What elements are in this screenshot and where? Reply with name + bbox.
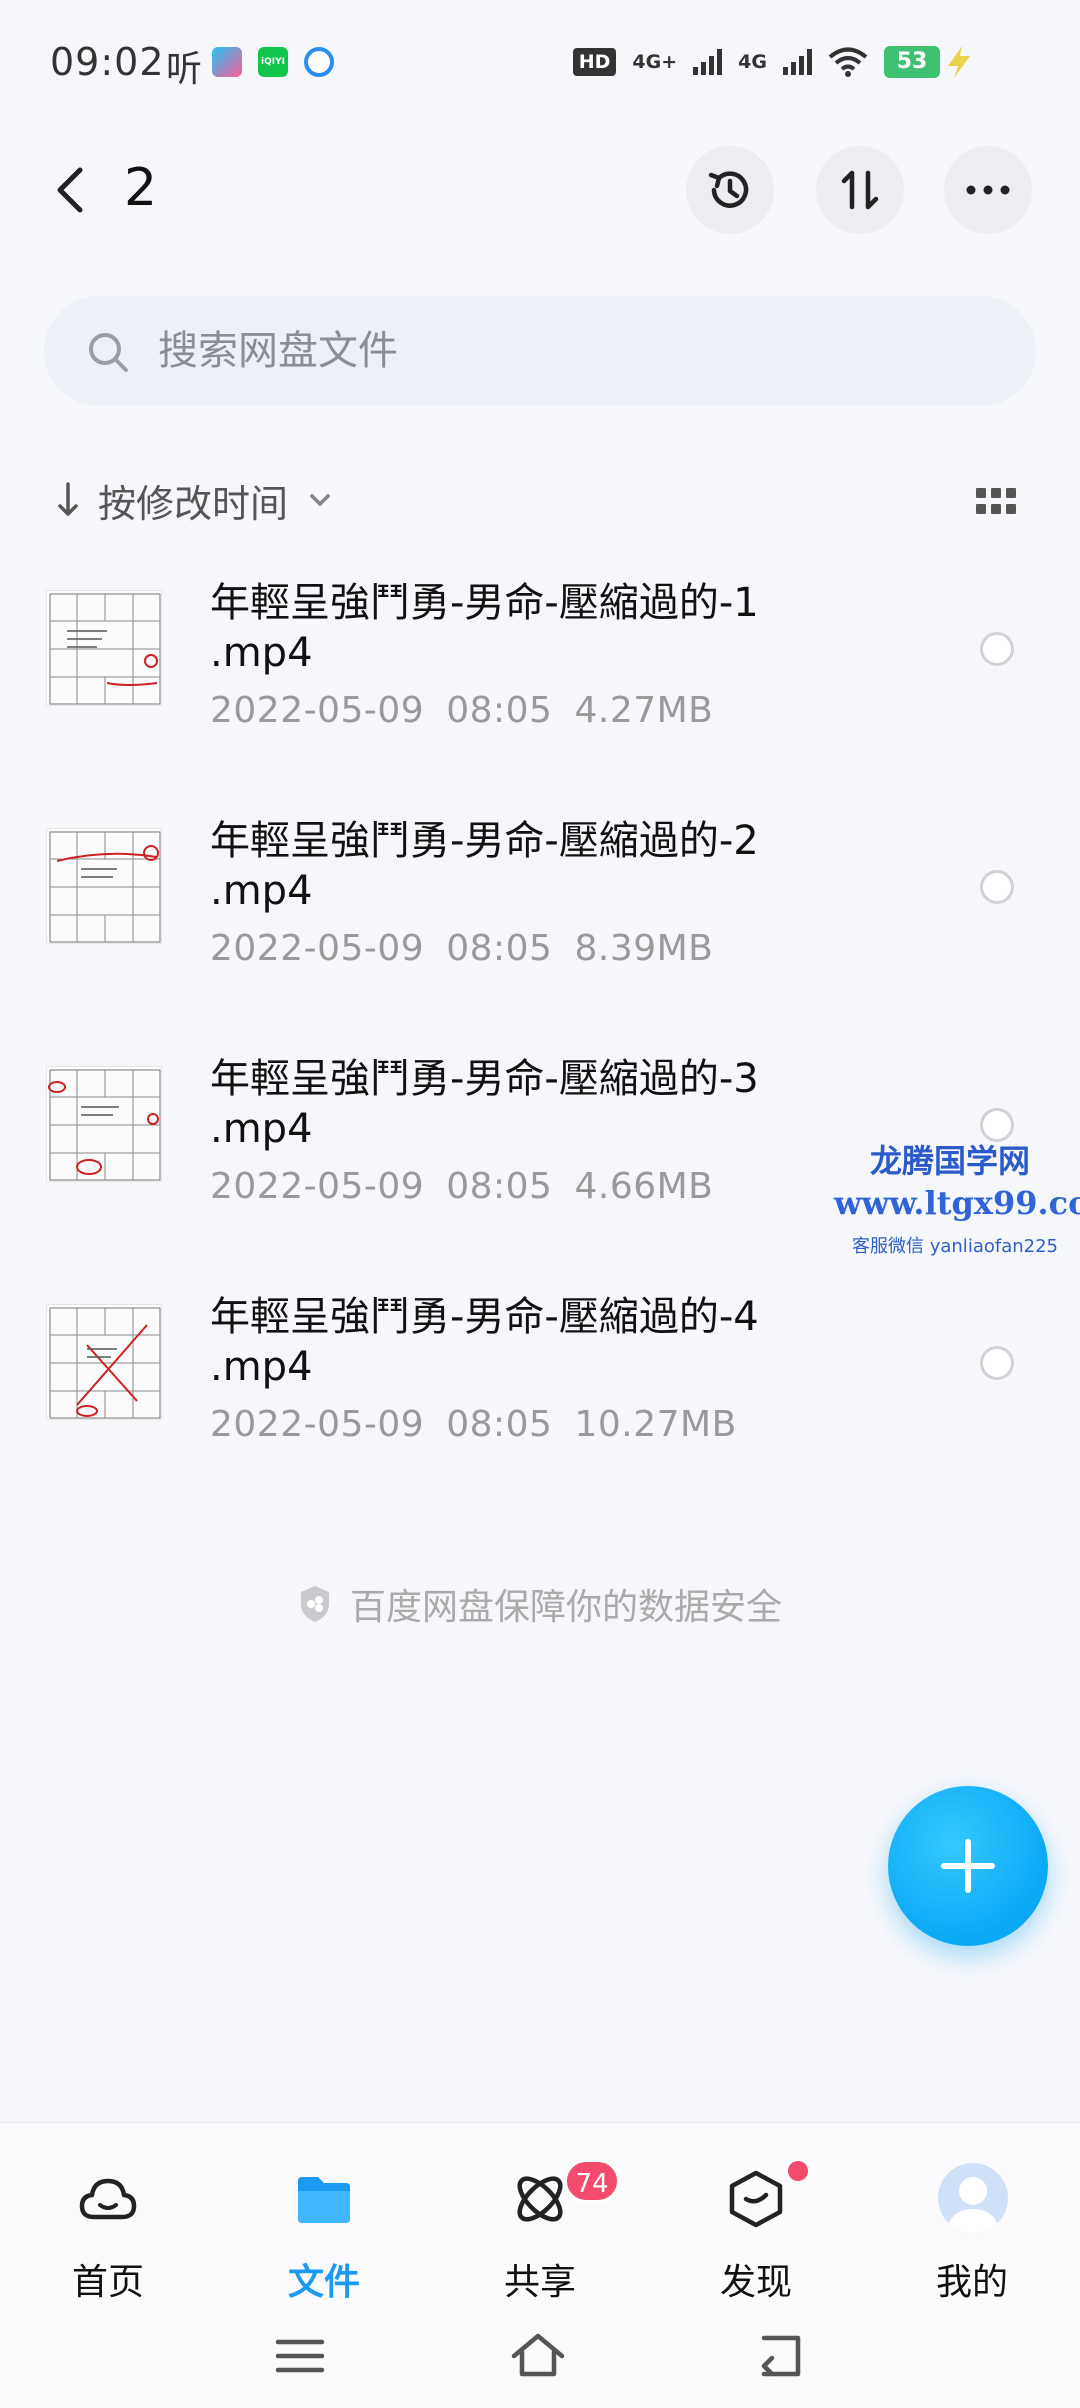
- nav-label: 发现: [719, 2262, 792, 2303]
- list-item[interactable]: 年輕呈強鬥勇-男命-壓縮過的-4 .mp4 2022-05-09 08:05 10.…: [0, 1292, 1080, 1522]
- more-dots-icon: [966, 185, 1010, 195]
- chevron-down-icon: [310, 494, 330, 506]
- file-time: 08:05: [446, 1166, 553, 1207]
- file-meta: 2022-05-09 08:05 10.27MB: [210, 1404, 759, 1445]
- list-item[interactable]: 年輕呈強鬥勇-男命-壓縮過的-2 .mp4 2022-05-09 08:05 8.3…: [0, 816, 1080, 1046]
- file-size: 4.27MB: [574, 690, 714, 731]
- header: 2: [0, 140, 1080, 240]
- shield-icon: [300, 1586, 329, 1622]
- video-thumbnail: [46, 590, 162, 706]
- select-checkbox[interactable]: [980, 870, 1014, 904]
- signal-icon-2: [783, 49, 812, 75]
- search-bar[interactable]: [44, 296, 1036, 406]
- hd-icon: HD: [572, 48, 617, 76]
- file-date: 2022-05-09: [210, 1404, 425, 1445]
- history-button[interactable]: [686, 146, 774, 234]
- discover-box-icon: [729, 2170, 783, 2228]
- up-down-arrows-icon: [841, 170, 879, 210]
- video-thumbnail: [46, 1304, 162, 1420]
- list-item[interactable]: 年輕呈強鬥勇-男命-壓縮過的-1 .mp4 2022-05-09 08:05 4.2…: [0, 578, 1080, 808]
- grid-view-toggle[interactable]: [976, 488, 1016, 514]
- file-time: 08:05: [446, 690, 553, 731]
- home-icon[interactable]: [508, 2326, 568, 2386]
- watermark-url: www.ltgx99.com: [834, 1184, 1080, 1222]
- status-bar: 09:02 听 iQIYI HD 4G+ 4G 53: [0, 0, 1080, 130]
- sort-label: 按修改时间: [98, 481, 289, 526]
- cloud-icon: [79, 2178, 137, 2220]
- page-title: 2: [124, 158, 158, 218]
- nav-label: 首页: [71, 2262, 144, 2303]
- add-button[interactable]: [888, 1786, 1048, 1946]
- file-name: 年輕呈強鬥勇-男命-壓縮過的-3 .mp4: [210, 1056, 759, 1152]
- back-nav-icon[interactable]: [750, 2326, 810, 2386]
- video-thumbnail: [46, 828, 162, 944]
- file-date: 2022-05-09: [210, 1166, 425, 1207]
- menu-icon[interactable]: [270, 2326, 330, 2386]
- file-time: 08:05: [446, 1404, 553, 1445]
- nav-item-files[interactable]: 文件: [244, 2149, 404, 2303]
- nav-item-profile[interactable]: 我的: [892, 2149, 1052, 2303]
- back-button[interactable]: [46, 162, 96, 218]
- nav-label: 我的: [935, 2262, 1008, 2303]
- folder-icon: [298, 2177, 350, 2223]
- signal-icon: [693, 49, 723, 75]
- nav-item-home[interactable]: 首页: [28, 2149, 188, 2303]
- search-icon: [89, 333, 128, 372]
- battery-icon: 53: [884, 46, 940, 78]
- more-button[interactable]: [944, 146, 1032, 234]
- file-name: 年輕呈強鬥勇-男命-壓縮過的-4 .mp4: [210, 1294, 759, 1390]
- nav-label: 文件: [287, 2262, 360, 2303]
- file-name: 年輕呈強鬥勇-男命-壓縮過的-1 .mp4: [210, 580, 759, 676]
- nav-label: 共享: [503, 2262, 576, 2303]
- file-meta: 2022-05-09 08:05 8.39MB: [210, 928, 735, 969]
- select-checkbox[interactable]: [980, 1346, 1014, 1380]
- wifi-icon: [828, 47, 868, 77]
- search-input[interactable]: [158, 322, 978, 380]
- avatar: [938, 2163, 1008, 2233]
- iqiyi-app-icon: iQIYI: [258, 47, 288, 77]
- file-time: 08:05: [446, 928, 553, 969]
- bottom-nav: 首页 文件 74 共享 发现 我的: [0, 2122, 1080, 2312]
- transfer-sort-button[interactable]: [816, 146, 904, 234]
- tencent-video-app-icon: [304, 47, 334, 77]
- safety-text: 百度网盘保障你的数据安全: [349, 1587, 782, 1628]
- sort-selector[interactable]: 按修改时间: [56, 470, 332, 530]
- select-checkbox[interactable]: [980, 632, 1014, 666]
- file-date: 2022-05-09: [210, 690, 425, 731]
- watermark-title: 龙腾国学网: [870, 1142, 1031, 1180]
- safety-notice: 百度网盘保障你的数据安全: [0, 1578, 1080, 1630]
- status-indicators: HD 4G+ 4G 53: [572, 42, 940, 82]
- status-time: 09:02: [50, 40, 165, 84]
- file-size: 10.27MB: [574, 1404, 737, 1445]
- file-name: 年輕呈強鬥勇-男命-壓縮過的-2 .mp4: [210, 818, 759, 914]
- network-4gplus-label: 4G+: [632, 51, 678, 73]
- file-meta: 2022-05-09 08:05 4.27MB: [210, 690, 735, 731]
- share-badge-count: 74: [564, 2159, 620, 2203]
- network-4g-label: 4G: [738, 51, 767, 73]
- plus-icon: [941, 1839, 995, 1893]
- nav-item-discover[interactable]: 发现: [676, 2149, 836, 2303]
- charging-icon: [948, 46, 970, 78]
- file-size: 8.39MB: [574, 928, 714, 969]
- history-icon: [708, 171, 749, 208]
- nav-item-share[interactable]: 74 共享: [460, 2149, 620, 2303]
- file-date: 2022-05-09: [210, 928, 425, 969]
- watermark-contact: 客服微信 yanliaofan225: [852, 1236, 1058, 1257]
- system-nav-bar: [0, 2312, 1080, 2408]
- file-size: 4.66MB: [574, 1166, 714, 1207]
- file-meta: 2022-05-09 08:05 4.66MB: [210, 1166, 735, 1207]
- share-orbit-icon: [517, 2176, 563, 2222]
- discover-badge-dot: [788, 2161, 808, 2181]
- ting-app-icon: 听: [166, 49, 203, 90]
- video-thumbnail: [46, 1066, 162, 1182]
- sort-down-arrow-icon: [58, 482, 78, 516]
- bilibili-app-icon: [212, 47, 242, 77]
